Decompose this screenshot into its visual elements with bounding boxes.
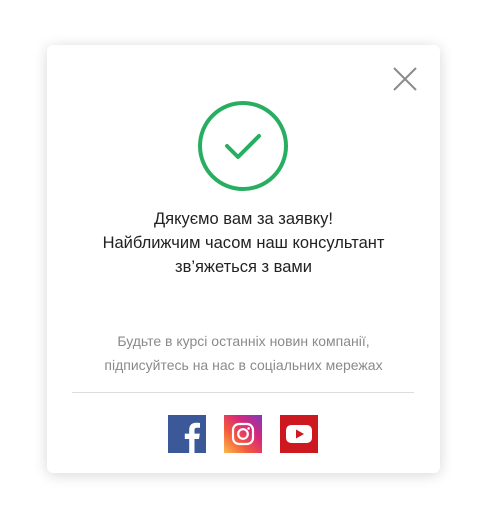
close-icon — [393, 67, 417, 91]
check-circle-icon — [197, 100, 289, 192]
facebook-icon — [168, 415, 206, 453]
thank-you-message: Дякуємо вам за заявку! Найближчим часом … — [47, 207, 440, 279]
message-line: Найближчим часом наш консультант — [102, 234, 385, 252]
success-modal: Дякуємо вам за заявку! Найближчим часом … — [47, 45, 440, 473]
divider — [72, 392, 414, 393]
youtube-icon — [280, 415, 318, 453]
subtext-line: Будьте в курсі останніх новин компанії, — [117, 333, 370, 349]
subtext-line: підписуйтесь на нас в соціальних мережах — [104, 357, 383, 373]
close-button[interactable] — [392, 66, 418, 92]
social-links — [168, 415, 318, 453]
message-line: зв’яжеться з вами — [175, 258, 312, 276]
instagram-link[interactable] — [224, 415, 262, 453]
message-line: Дякуємо вам за заявку! — [154, 210, 333, 228]
youtube-link[interactable] — [280, 415, 318, 453]
facebook-link[interactable] — [168, 415, 206, 453]
instagram-icon — [224, 415, 262, 453]
social-subscribe-text: Будьте в курсі останніх новин компанії, … — [47, 329, 440, 377]
